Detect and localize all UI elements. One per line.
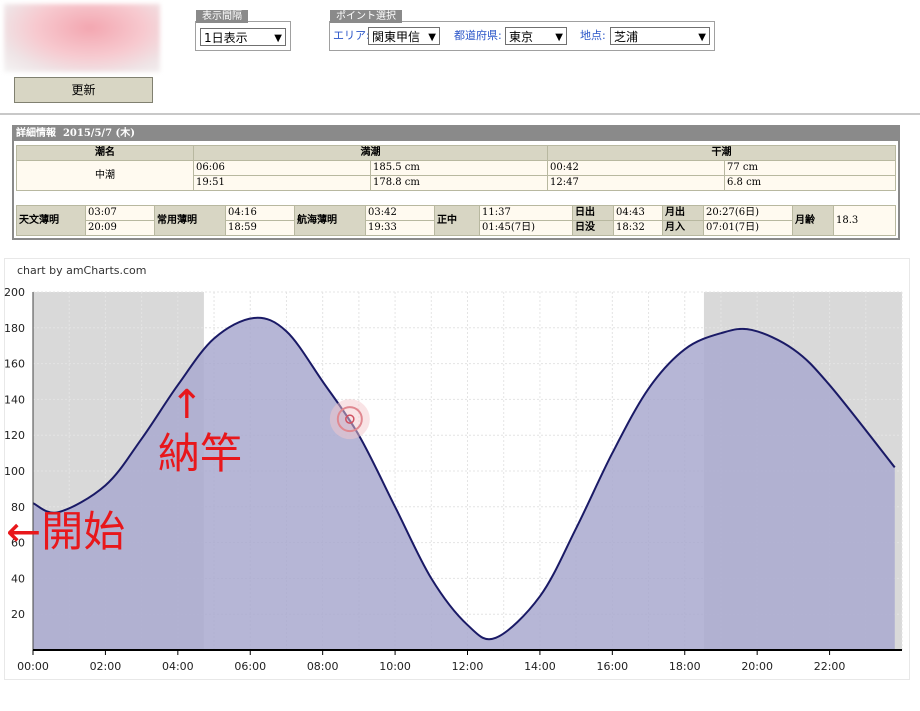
civil-twilight-end: 18:59 [225,220,295,236]
divider [0,113,920,115]
area-select[interactable]: 関東甲信 ▼ [368,27,440,45]
interval-select-value: 1日表示 [204,31,248,45]
detail-panel: 詳細情報 2015/5/7 (木) 潮名 満潮 干潮 中潮 06:06 185.… [12,125,900,240]
point-group: ポイント選択 エリア: 関東甲信 ▼ 都道府県: 東京 ▼ 地点: 芝浦 ▼ [329,10,715,51]
moonrise-label: 月出 [662,205,704,221]
moonset-time: 07:01(7日) [703,220,793,236]
spot-select-value: 芝浦 [614,30,639,44]
low-tide-time: 12:47 [547,175,725,191]
sunset-time: 18:32 [613,220,663,236]
detail-date: 2015/5/7 (木) [62,128,135,139]
interval-group-label: 表示間隔 [196,10,248,23]
tide-name-header: 潮名 [16,145,194,161]
tide-table: 潮名 満潮 干潮 中潮 06:06 185.5 cm 00:42 77 cm 1… [16,145,896,191]
site-logo [4,4,160,72]
moonrise-time: 20:27(6日) [703,205,793,221]
sunrise-time: 04:43 [613,205,663,221]
area-label: エリア: [333,29,370,42]
high-tide-level: 178.8 cm [370,175,548,191]
noon-time: 11:37 [479,205,573,221]
high-tide-level: 185.5 cm [370,160,548,176]
low-tide-time: 00:42 [547,160,725,176]
high-tide-time: 19:51 [193,175,371,191]
chevron-down-icon: ▼ [555,32,563,43]
pref-select-value: 東京 [509,30,534,44]
astro-table: 天文薄明 03:07 常用薄明 04:16 航海薄明 03:42 正中 11:3… [16,205,896,236]
tide-name-value: 中潮 [16,160,194,191]
update-button[interactable]: 更新 [14,77,153,103]
astro-twilight-start: 03:07 [85,205,155,221]
chevron-down-icon: ▼ [428,32,436,43]
pref-label: 都道府県: [454,29,502,42]
interval-select[interactable]: 1日表示 ▼ [200,28,286,46]
civil-twilight-label: 常用薄明 [154,205,226,236]
nautical-twilight-label: 航海薄明 [294,205,366,236]
moon-age-value: 18.3 [833,205,896,236]
spot-select[interactable]: 芝浦 ▼ [610,27,710,45]
sunset-label: 日没 [572,220,614,236]
point-group-label: ポイント選択 [330,10,402,23]
chart-frame [4,258,910,680]
high-tide-time: 06:06 [193,160,371,176]
low-tide-level: 77 cm [724,160,896,176]
sunrise-label: 日出 [572,205,614,221]
chevron-down-icon: ▼ [274,33,282,44]
moon-age-label: 月齢 [792,205,834,236]
nautical-twilight-end: 19:33 [365,220,435,236]
pref-select[interactable]: 東京 ▼ [505,27,567,45]
moonset-label: 月入 [662,220,704,236]
low-tide-level: 6.8 cm [724,175,896,191]
high-tide-header: 満潮 [193,145,548,161]
low-tide-header: 干潮 [547,145,896,161]
astro-twilight-label: 天文薄明 [16,205,86,236]
chart-credit-link[interactable]: chart by amCharts.com [17,264,147,277]
civil-twilight-start: 04:16 [225,205,295,221]
noon-time-next: 01:45(7日) [479,220,573,236]
interval-group: 表示間隔 1日表示 ▼ [195,10,291,51]
astro-twilight-end: 20:09 [85,220,155,236]
nautical-twilight-start: 03:42 [365,205,435,221]
chevron-down-icon: ▼ [698,32,706,43]
spot-label: 地点: [580,29,606,42]
area-select-value: 関東甲信 [372,30,421,44]
detail-title: 詳細情報 [16,128,56,139]
noon-label: 正中 [434,205,480,236]
detail-header: 詳細情報 2015/5/7 (木) [14,127,898,141]
